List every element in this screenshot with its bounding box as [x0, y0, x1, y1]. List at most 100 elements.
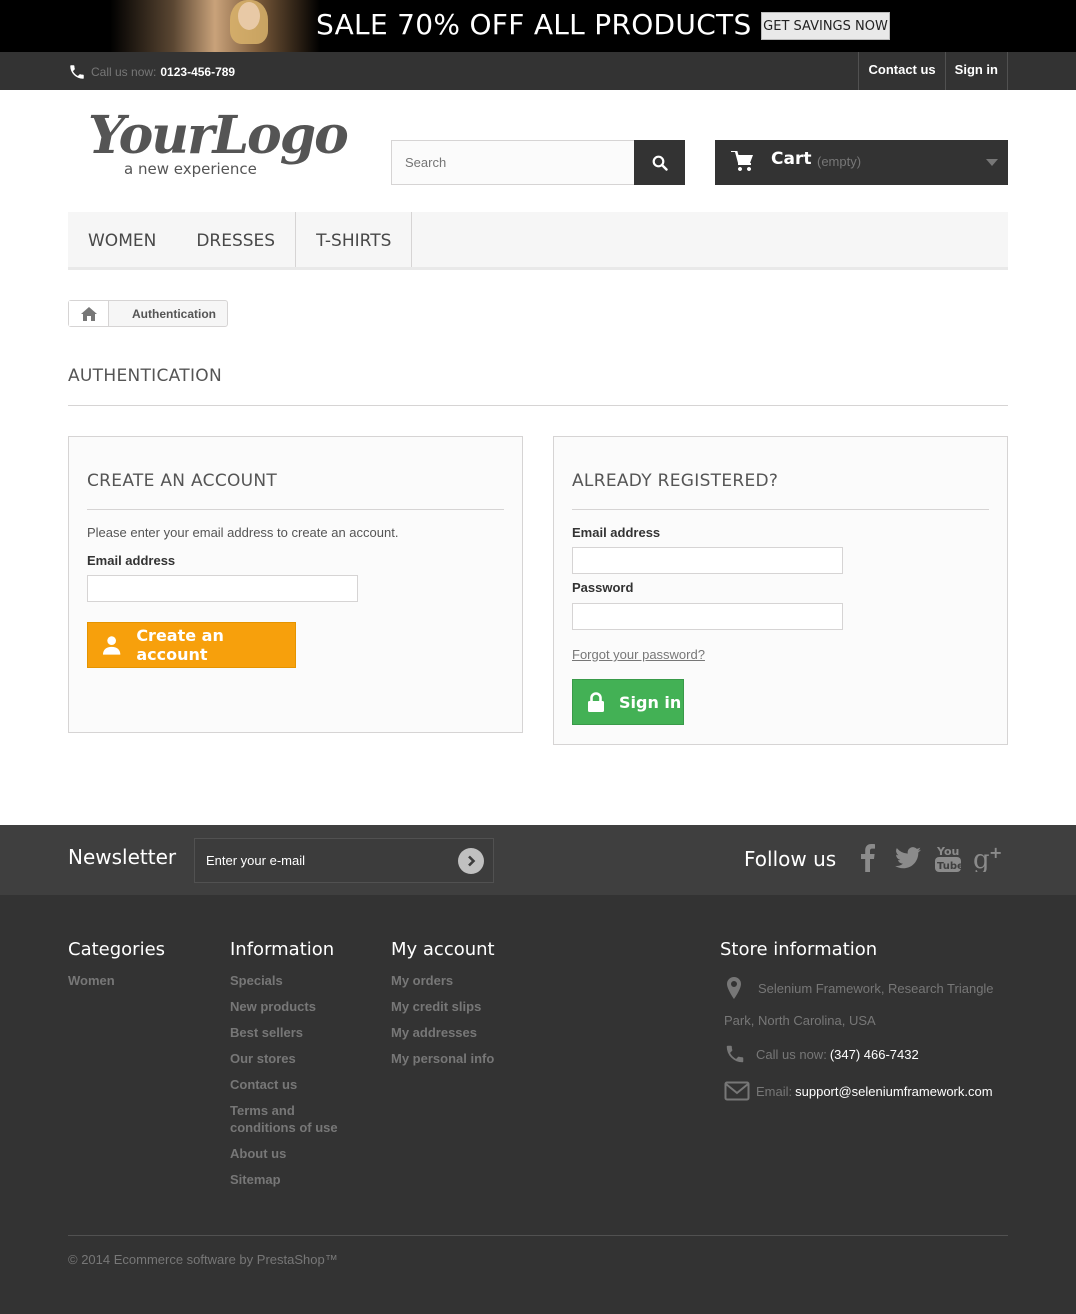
create-account-button[interactable]: Create an account — [87, 622, 296, 668]
store-address-line2: Park, North Carolina, USA — [724, 1013, 876, 1028]
footer-store-info: Store information Selenium Framework, Re… — [720, 939, 1008, 1139]
newsletter-bar: Newsletter Enter your e-mail Follow us Y… — [0, 825, 1076, 895]
footer-link-terms[interactable]: Terms and conditions of use — [230, 1102, 360, 1136]
cart-label: Cart — [771, 149, 812, 169]
create-account-description: Please enter your email address to creat… — [87, 525, 399, 540]
information-title: Information — [230, 939, 335, 960]
facebook-icon[interactable] — [853, 843, 883, 873]
search-box — [391, 140, 685, 185]
create-email-label: Email address — [87, 553, 176, 568]
phone-icon — [70, 65, 84, 79]
create-account-form: CREATE AN ACCOUNT Please enter your emai… — [68, 436, 523, 733]
map-marker-icon — [727, 977, 741, 999]
footer-divider — [68, 1235, 1008, 1236]
login-email-field[interactable] — [572, 547, 843, 574]
footer-link-about-us[interactable]: About us — [230, 1145, 360, 1162]
footer-information: Information Specials New products Best s… — [230, 939, 360, 1197]
home-icon — [80, 306, 97, 321]
newsletter-title: Newsletter — [68, 845, 177, 869]
page-title: AUTHENTICATION — [68, 366, 1008, 406]
logo-tagline: a new experience — [124, 160, 257, 178]
cart-status: (empty) — [817, 154, 862, 169]
youtube-icon[interactable]: You Tube — [933, 843, 963, 873]
store-phone: Call us now: (347) 466-7432 — [720, 1043, 919, 1065]
call-us: Call us now: 0123-456-789 — [68, 63, 235, 81]
store-address: Selenium Framework, Research Triangle — [720, 977, 994, 999]
sign-in-link[interactable]: Sign in — [946, 52, 1008, 90]
footer-link-women[interactable]: Women — [68, 972, 165, 989]
menu-item-dresses[interactable]: DRESSES — [176, 212, 297, 267]
site-logo[interactable]: YourLogo a new experience — [88, 105, 349, 180]
twitter-icon[interactable] — [893, 843, 923, 873]
password-label: Password — [572, 580, 634, 595]
footer-link-credit-slips[interactable]: My credit slips — [391, 998, 495, 1015]
svg-text:g: g — [973, 845, 990, 872]
my-account-title: My account — [391, 939, 495, 960]
create-account-label: Create an account — [136, 626, 224, 664]
call-label: Call us now: — [91, 65, 157, 79]
footer: Categories Women Information Specials Ne… — [0, 895, 1076, 1314]
password-field[interactable] — [572, 603, 843, 630]
search-button[interactable] — [634, 140, 685, 185]
newsletter-input[interactable]: Enter your e-mail — [194, 838, 494, 883]
lock-icon — [588, 692, 604, 712]
newsletter-submit-button[interactable] — [458, 848, 484, 874]
menu-item-women[interactable]: WOMEN — [68, 212, 176, 267]
footer-link-our-stores[interactable]: Our stores — [230, 1050, 360, 1067]
breadcrumb-current: Authentication — [132, 306, 216, 321]
search-icon — [652, 155, 668, 171]
footer-link-new-products[interactable]: New products — [230, 998, 360, 1015]
get-savings-button[interactable]: GET SAVINGS NOW — [761, 12, 890, 40]
phone-icon — [726, 1045, 744, 1063]
user-icon — [102, 636, 121, 655]
footer-link-sitemap[interactable]: Sitemap — [230, 1171, 360, 1188]
phone-number: 0123-456-789 — [160, 65, 236, 79]
banner-model-image — [110, 0, 320, 52]
chevron-right-icon — [468, 855, 476, 867]
cart-button[interactable]: Cart (empty) — [715, 140, 1008, 185]
follow-us-title: Follow us — [744, 847, 837, 871]
store-call-label: Call us now: — [756, 1047, 827, 1062]
envelope-icon — [724, 1081, 750, 1101]
categories-title: Categories — [68, 939, 166, 960]
footer-link-contact-us[interactable]: Contact us — [230, 1076, 360, 1093]
store-email-label: Email: — [756, 1084, 793, 1099]
svg-text:You: You — [936, 845, 959, 858]
login-title: ALREADY REGISTERED? — [572, 471, 779, 491]
breadcrumb: Authentication — [68, 300, 228, 327]
store-email-address[interactable]: support@seleniumframework.com — [795, 1084, 992, 1099]
logo-text: YourLogo — [88, 105, 349, 166]
store-email: Email: support@seleniumframework.com — [720, 1081, 993, 1101]
svg-text:+: + — [989, 844, 1002, 862]
footer-link-specials[interactable]: Specials — [230, 972, 360, 989]
sign-in-label: Sign in — [619, 692, 682, 712]
copyright: © 2014 Ecommerce software by PrestaShop™ — [68, 1252, 338, 1267]
store-phone-number: (347) 466-7432 — [829, 1047, 919, 1062]
create-email-field[interactable] — [87, 575, 358, 602]
main-menu: WOMEN DRESSES T-SHIRTS — [68, 212, 1008, 270]
login-email-label: Email address — [572, 525, 661, 540]
chevron-down-icon — [986, 159, 998, 166]
create-account-title: CREATE AN ACCOUNT — [87, 471, 278, 491]
breadcrumb-home[interactable] — [69, 301, 109, 326]
newsletter-placeholder: Enter your e-mail — [206, 853, 305, 868]
top-nav: Call us now: 0123-456-789 Contact us Sig… — [0, 52, 1076, 90]
footer-link-addresses[interactable]: My addresses — [391, 1024, 495, 1041]
search-input[interactable] — [392, 141, 636, 184]
promo-banner[interactable]: SALE 70% OFF ALL PRODUCTS GET SAVINGS NO… — [0, 0, 1076, 52]
footer-link-personal-info[interactable]: My personal info — [391, 1050, 495, 1067]
forgot-password-link[interactable]: Forgot your password? — [572, 647, 705, 662]
cart-icon — [731, 151, 753, 171]
sign-in-button[interactable]: Sign in — [572, 679, 684, 725]
banner-sale-text: SALE 70% OFF ALL PRODUCTS — [316, 8, 752, 41]
footer-link-my-orders[interactable]: My orders — [391, 972, 495, 989]
menu-item-tshirts[interactable]: T-SHIRTS — [296, 212, 413, 267]
footer-my-account: My account My orders My credit slips My … — [391, 939, 495, 1076]
store-info-title: Store information — [720, 939, 878, 960]
store-address-line1: Selenium Framework, Research Triangle — [758, 981, 994, 996]
login-form: ALREADY REGISTERED? Email address Passwo… — [553, 436, 1008, 745]
google-plus-icon[interactable]: g + — [973, 843, 1003, 873]
footer-link-best-sellers[interactable]: Best sellers — [230, 1024, 360, 1041]
footer-categories: Categories Women — [68, 939, 165, 998]
contact-us-link[interactable]: Contact us — [859, 52, 946, 90]
